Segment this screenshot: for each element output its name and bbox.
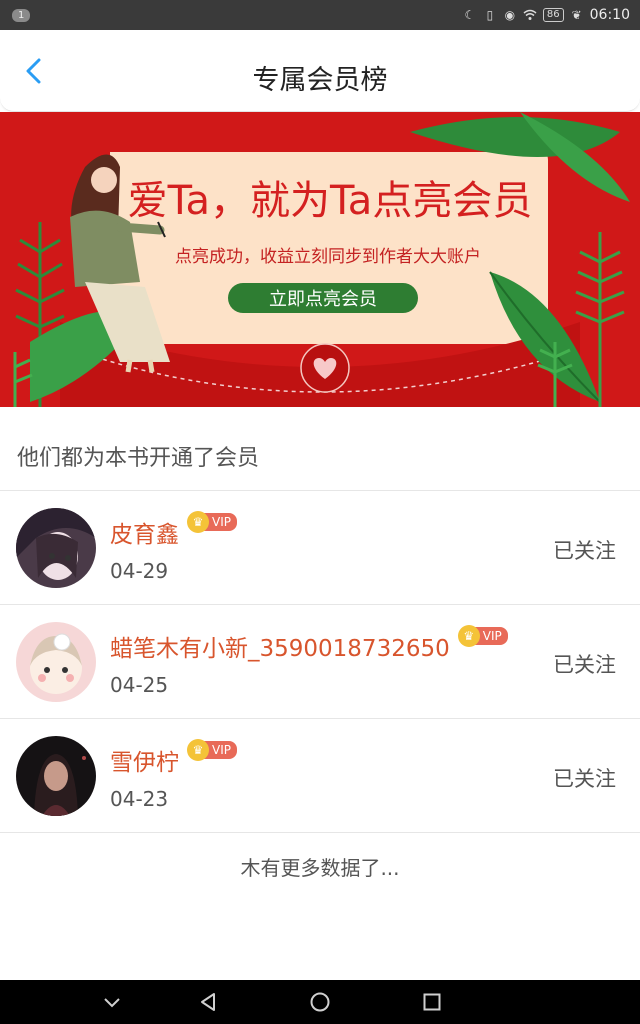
status-time: 06:10 xyxy=(589,7,630,23)
follow-button[interactable]: 已关注 xyxy=(553,535,616,565)
wifi-icon xyxy=(523,8,537,22)
no-more-data-text: 木有更多数据了... xyxy=(240,856,400,880)
vip-badge: ♛ VIP xyxy=(187,739,237,761)
vibrate-icon: ▯ xyxy=(486,8,494,22)
crown-icon: ♛ xyxy=(187,739,209,761)
eye-icon: ◉ xyxy=(504,8,516,22)
member-date: 04-25 xyxy=(110,673,169,697)
section-title: 他们都为本书开通了会员 xyxy=(17,446,260,471)
crown-icon: ♛ xyxy=(187,511,209,533)
member-row[interactable]: 蜡笔木有小新_3590018732650 ♛ VIP 04-25 已关注 xyxy=(0,605,640,719)
vip-badge: ♛ VIP xyxy=(457,625,508,647)
status-icons: ☾ ▯ ◉ 86 ❦ 06:10 xyxy=(463,7,640,23)
banner-subline: 点亮成功，收益立刻同步到作者大大账户 xyxy=(175,247,481,267)
avatar[interactable] xyxy=(16,508,96,588)
app-header: 专属会员榜 xyxy=(0,30,640,112)
system-nav-bar xyxy=(0,980,640,1024)
page-title: 专属会员榜 xyxy=(252,65,388,96)
avatar[interactable] xyxy=(16,622,96,702)
member-name[interactable]: 蜡笔木有小新_3590018732650 ♛ VIP xyxy=(110,625,508,663)
leaf-icon: ❦ xyxy=(571,8,582,22)
status-bar: 1 ☾ ▯ ◉ 86 ❦ 06:10 xyxy=(0,0,640,30)
member-date: 04-29 xyxy=(110,559,169,583)
member-row[interactable]: 雪伊柠 ♛ VIP 04-23 已关注 xyxy=(0,719,640,833)
banner-cta: 立即点亮会员 xyxy=(269,289,377,310)
banner-headline: 爱Ta，就为Ta点亮会员 xyxy=(128,178,533,224)
home-circle-icon[interactable] xyxy=(308,990,332,1014)
member-row[interactable]: 皮育鑫 ♛ VIP 04-29 已关注 xyxy=(0,491,640,605)
avatar[interactable] xyxy=(16,736,96,816)
heart-seal-icon xyxy=(300,343,350,393)
follow-button[interactable]: 已关注 xyxy=(553,649,616,679)
recents-square-icon[interactable] xyxy=(420,990,444,1014)
member-name[interactable]: 雪伊柠 ♛ VIP xyxy=(110,739,237,777)
back-triangle-icon[interactable] xyxy=(196,990,220,1014)
moon-icon: ☾ xyxy=(464,8,476,22)
notification-count: 1 xyxy=(12,8,31,22)
chevron-down-icon[interactable] xyxy=(100,990,124,1014)
follow-button[interactable]: 已关注 xyxy=(553,763,616,793)
vip-badge: ♛ VIP xyxy=(187,511,237,533)
battery-icon: 86 xyxy=(542,8,564,22)
member-name[interactable]: 皮育鑫 ♛ VIP xyxy=(110,511,237,549)
promo-banner[interactable]: 爱Ta，就为Ta点亮会员 点亮成功，收益立刻同步到作者大大账户 立即点亮会员 xyxy=(0,112,640,407)
member-date: 04-23 xyxy=(110,787,169,811)
crown-icon: ♛ xyxy=(457,625,480,647)
banner-artwork: 爱Ta，就为Ta点亮会员 点亮成功，收益立刻同步到作者大大账户 立即点亮会员 xyxy=(0,112,640,407)
